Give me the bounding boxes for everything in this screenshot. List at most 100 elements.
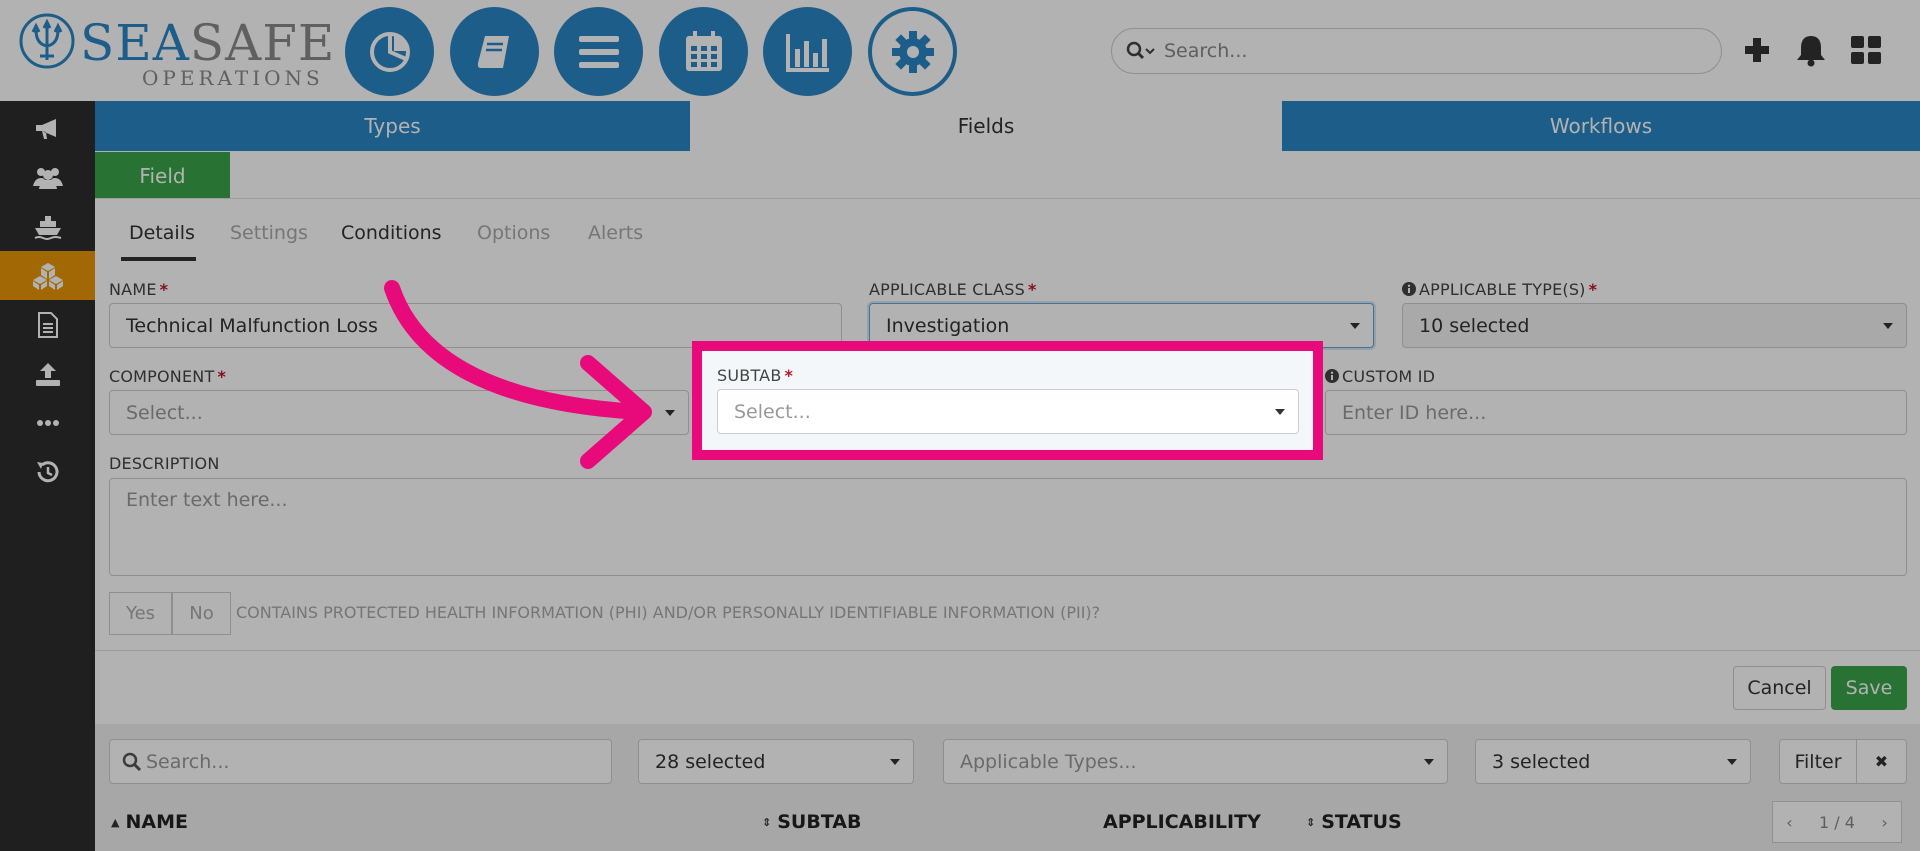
logo-subtitle: OPERATIONS: [142, 66, 324, 90]
subtab-options[interactable]: Options: [477, 222, 550, 244]
nav-reports-button[interactable]: [763, 7, 852, 96]
sidebar-item-history[interactable]: [0, 447, 95, 496]
megaphone-icon: [35, 118, 56, 139]
column-header-subtab[interactable]: ⇕ SUBTAB: [762, 811, 862, 833]
caret-down-icon: [1275, 409, 1285, 415]
subtab-alerts[interactable]: Alerts: [588, 222, 643, 244]
phi-question-label: CONTAINS PROTECTED HEALTH INFORMATION (P…: [236, 603, 1101, 622]
bell-icon: [1797, 36, 1825, 67]
pie-chart-icon: [369, 31, 410, 72]
applicable-types-filter-select[interactable]: Applicable Types...: [943, 739, 1448, 784]
status-filter-value: 3 selected: [1492, 750, 1591, 773]
phi-yes-button[interactable]: Yes: [109, 592, 172, 635]
ellipsis-icon: [36, 419, 59, 426]
list-search-input[interactable]: Search...: [109, 739, 612, 784]
column-header-applicability: APPLICABILITY: [1103, 811, 1261, 833]
plus-icon: [1745, 38, 1769, 62]
subtab-settings[interactable]: Settings: [230, 222, 308, 244]
notifications-button[interactable]: [1791, 30, 1831, 70]
caret-down-icon: [1350, 323, 1360, 329]
highlight-box: SUBTAB * Select...: [692, 341, 1323, 460]
caret-down-icon: [1727, 759, 1737, 765]
subtab-label: SUBTAB *: [717, 366, 794, 385]
tab-workflows[interactable]: Workflows: [1282, 101, 1920, 151]
cubes-icon: [32, 262, 63, 290]
nav-logbook-button[interactable]: [450, 7, 539, 96]
subtab-details[interactable]: Details: [129, 222, 195, 244]
seasafe-logo[interactable]: SEASAFE OPERATIONS: [18, 10, 334, 90]
applicable-types-label: APPLICABLE TYPE(S) *: [1402, 280, 1597, 299]
caret-down-icon: [1883, 323, 1893, 329]
users-icon: [32, 167, 63, 189]
applicable-types-filter-placeholder: Applicable Types...: [960, 750, 1137, 773]
upload-icon: [35, 362, 60, 386]
next-page-button[interactable]: ›: [1881, 813, 1887, 832]
info-icon: [1325, 369, 1339, 383]
sidebar-item-vessels[interactable]: [0, 202, 95, 251]
custom-id-input[interactable]: Enter ID here...: [1325, 390, 1907, 435]
applicable-class-label: APPLICABLE CLASS *: [869, 280, 1037, 299]
nav-dashboard-button[interactable]: [345, 7, 434, 96]
component-filter-value: 28 selected: [655, 750, 766, 773]
calendar-icon: [685, 30, 722, 71]
applicable-types-value: 10 selected: [1419, 314, 1530, 337]
gear-icon: [891, 30, 934, 73]
custom-id-label: CUSTOM ID: [1325, 367, 1435, 386]
sort-asc-icon: ▲: [111, 815, 120, 829]
apps-grid-button[interactable]: [1846, 30, 1886, 70]
grid-icon: [1851, 36, 1881, 64]
nav-calendar-button[interactable]: [659, 7, 748, 96]
cancel-button[interactable]: Cancel: [1733, 666, 1826, 710]
clear-filter-button[interactable]: ✖: [1856, 739, 1907, 784]
active-subtab-indicator: [121, 257, 196, 261]
sidebar-item-configuration[interactable]: [0, 251, 95, 300]
page-indicator: 1 / 4: [1819, 812, 1855, 832]
description-textarea[interactable]: Enter text here...: [109, 478, 1907, 576]
applicable-types-select[interactable]: 10 selected: [1402, 303, 1907, 348]
bar-chart-icon: [785, 33, 829, 72]
subtab-select[interactable]: Select...: [717, 389, 1299, 434]
prev-page-button[interactable]: ‹: [1786, 813, 1792, 832]
sidebar-item-more[interactable]: [0, 398, 95, 447]
component-label: COMPONENT *: [109, 367, 227, 386]
caret-down-icon: [665, 410, 675, 416]
sort-icon: ⇕: [762, 815, 772, 829]
ship-icon: [34, 215, 61, 240]
left-sidebar: [0, 101, 95, 851]
caret-down-icon: [1424, 759, 1434, 765]
component-placeholder: Select...: [126, 401, 203, 424]
list-search-placeholder: Search...: [146, 750, 230, 773]
sidebar-item-upload[interactable]: [0, 349, 95, 398]
subtab-placeholder: Select...: [734, 400, 811, 423]
phi-no-button[interactable]: No: [172, 592, 231, 635]
description-label: DESCRIPTION: [109, 454, 220, 473]
nav-settings-button[interactable]: [868, 7, 957, 96]
applicable-class-value: Investigation: [886, 314, 1010, 337]
save-button[interactable]: Save: [1831, 666, 1907, 710]
divider: [95, 650, 1920, 651]
global-search-input[interactable]: Search...: [1111, 28, 1722, 74]
sidebar-item-documents[interactable]: [0, 300, 95, 349]
field-section-tab[interactable]: Field: [95, 152, 230, 199]
search-icon: [122, 752, 142, 771]
search-icon: [1126, 41, 1155, 60]
column-header-name[interactable]: ▲ NAME: [111, 811, 188, 833]
status-filter-select[interactable]: 3 selected: [1475, 739, 1751, 784]
tab-types[interactable]: Types: [95, 101, 690, 151]
trident-icon: [19, 13, 75, 69]
component-filter-select[interactable]: 28 selected: [638, 739, 914, 784]
filter-button[interactable]: Filter: [1779, 739, 1857, 784]
subtab-conditions[interactable]: Conditions: [341, 222, 442, 244]
column-header-status[interactable]: ⇕ STATUS: [1306, 811, 1402, 833]
book-icon: [477, 35, 509, 68]
divider: [95, 198, 1920, 199]
tab-fields[interactable]: Fields: [690, 101, 1282, 151]
name-label: NAME *: [109, 280, 169, 299]
info-icon: [1402, 282, 1416, 296]
pagination: ‹ 1 / 4 ›: [1772, 801, 1902, 843]
add-button[interactable]: [1737, 30, 1777, 70]
sidebar-item-users[interactable]: [0, 153, 95, 202]
sidebar-item-announcements[interactable]: [0, 104, 95, 153]
component-select[interactable]: Select...: [109, 390, 689, 435]
nav-menu-button[interactable]: [554, 7, 643, 96]
